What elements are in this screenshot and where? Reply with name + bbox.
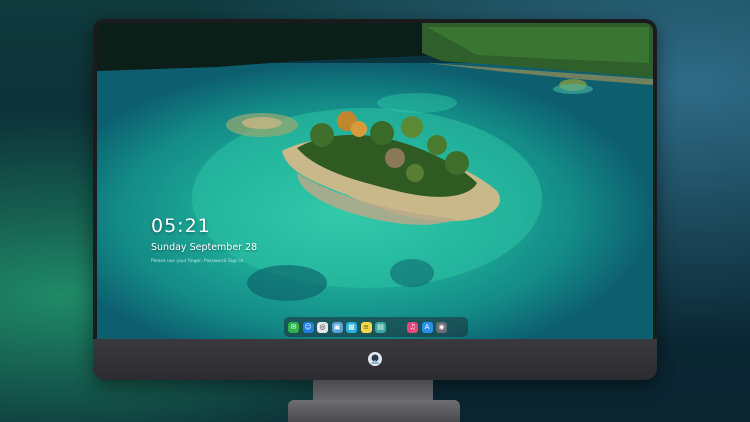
preview-icon[interactable]: ▣ [331, 321, 343, 333]
clapper-icon[interactable]: ▦ [346, 321, 357, 333]
dock: ✉ ☺ ◎ ▣ ▦ ≡ ▤ ♫ A ◉ [284, 317, 468, 337]
monitor-stand-neck [313, 380, 433, 402]
app-store-icon[interactable]: A [421, 321, 433, 333]
unlock-hint: Please use your finger, Password/ Sign i… [151, 259, 245, 264]
lock-clock: 05:21 [151, 215, 211, 237]
music-icon[interactable]: ♫ [407, 321, 418, 333]
lock-date: Sunday September 28 [151, 242, 258, 253]
notes-icon[interactable]: ≡ [360, 321, 372, 333]
safari-icon[interactable]: ◎ [317, 321, 328, 333]
monitor: 05:21 Sunday September 28 Please use you… [93, 19, 657, 380]
screen: 05:21 Sunday September 28 Please use you… [97, 23, 653, 339]
monitor-stand-base [288, 400, 460, 422]
lock-screen-info: 05:21 Sunday September 28 Please use you… [151, 215, 258, 265]
photos-icon[interactable]: ▤ [375, 321, 386, 333]
finder-icon[interactable]: ☺ [302, 321, 314, 333]
camera-icon[interactable]: ◉ [436, 321, 447, 333]
monitor-chin [93, 339, 657, 380]
brand-logo-icon [365, 349, 385, 369]
messages-icon[interactable]: ✉ [288, 321, 299, 333]
wallpaper-lake-island [97, 23, 653, 339]
